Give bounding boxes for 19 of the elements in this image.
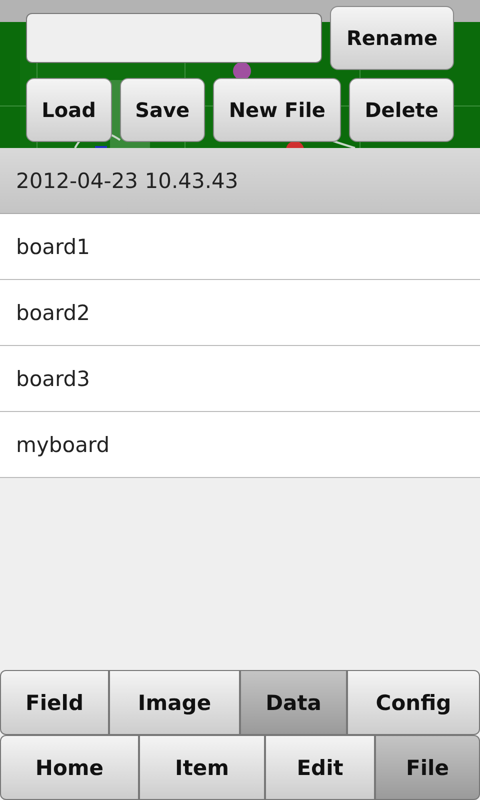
file-item[interactable]: board2 — [0, 280, 480, 346]
toolbar-button[interactable]: Delete — [349, 78, 454, 142]
tab[interactable]: Home — [0, 735, 139, 800]
tab[interactable]: Config — [347, 670, 480, 735]
tab[interactable]: Data — [240, 670, 347, 735]
tab[interactable]: Image — [109, 670, 240, 735]
file-item[interactable]: board3 — [0, 346, 480, 412]
tab[interactable]: Item — [139, 735, 265, 800]
tab[interactable]: Edit — [265, 735, 375, 800]
tab[interactable]: Field — [0, 670, 109, 735]
file-item[interactable]: myboard — [0, 412, 480, 478]
file-item[interactable]: board1 — [0, 214, 480, 280]
tab[interactable]: File — [375, 735, 480, 800]
toolbar-button[interactable]: New File — [213, 78, 342, 142]
rename-button[interactable]: Rename — [330, 6, 454, 70]
file-name-field[interactable] — [26, 13, 322, 63]
toolbar-button[interactable]: Save — [120, 78, 206, 142]
list-header: 2012-04-23 10.43.43 — [0, 148, 480, 214]
toolbar-button[interactable]: Load — [26, 78, 112, 142]
